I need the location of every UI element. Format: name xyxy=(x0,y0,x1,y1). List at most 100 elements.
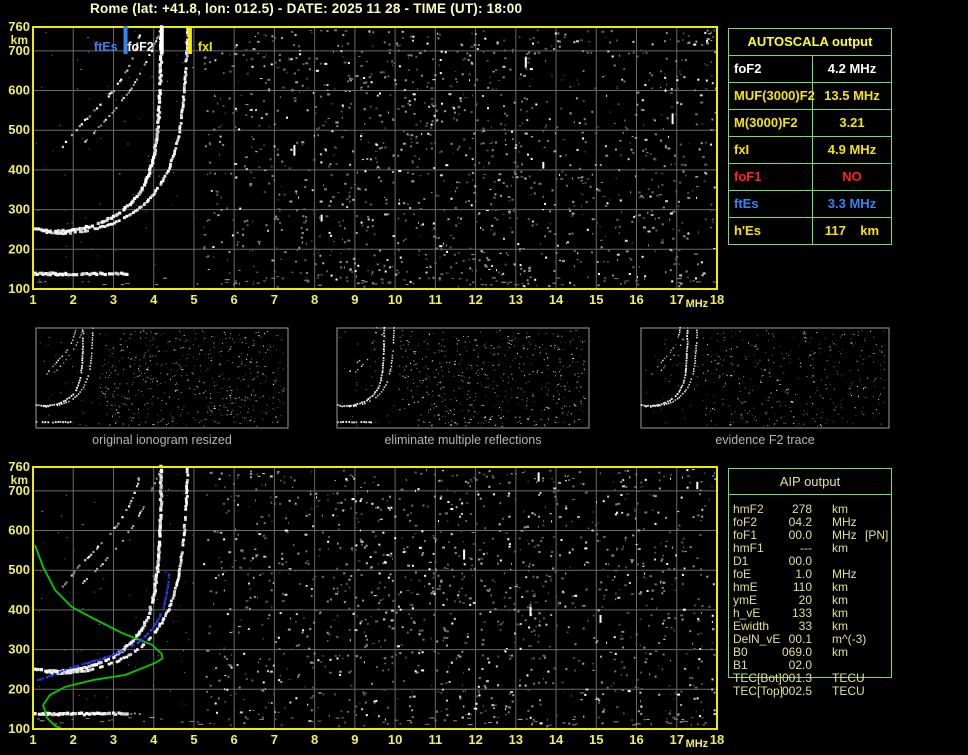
aip-row-TECTop: TEC[Top] 002.5 TECU xyxy=(728,685,903,698)
y-axis-unit: km xyxy=(11,473,28,487)
autoscala-row-fxI: fxI 4.9 MHz xyxy=(729,136,891,163)
y-tick-label: 100 xyxy=(8,721,30,736)
x-tick-label: 4 xyxy=(150,292,158,307)
autoscala-row-value: 117 km xyxy=(824,223,880,238)
autoscala-row-M3000F2: M(3000)F2 3.21 xyxy=(729,109,891,136)
x-tick-label: 9 xyxy=(351,292,358,307)
autoscala-row-label: foF2 xyxy=(729,56,813,82)
x-tick-label: 1 xyxy=(29,292,36,307)
thumbnail-evidence-f2-trace xyxy=(640,327,890,429)
autoscala-row-foF2: foF2 4.2 MHz xyxy=(729,55,891,82)
x-tick-label: 8 xyxy=(311,732,318,747)
y-tick-label: 500 xyxy=(8,122,30,137)
marker-label-ftEs: ftEs xyxy=(94,40,118,54)
y-tick-label: 760 xyxy=(8,459,30,474)
x-tick-label: 16 xyxy=(629,732,643,747)
aip-row-value: 002.5 xyxy=(781,684,812,698)
x-tick-label: 12 xyxy=(468,292,482,307)
x-tick-label: 13 xyxy=(509,732,523,747)
autoscala-row-ftEs: ftEs 3.3 MHz xyxy=(729,190,891,217)
x-tick-label: 1 xyxy=(29,732,36,747)
y-tick-label: 600 xyxy=(8,523,30,538)
aip-row-extra: [PN] xyxy=(865,528,889,542)
x-tick-label: 12 xyxy=(468,732,482,747)
x-tick-label: 18 xyxy=(710,292,724,307)
y-tick-label: 600 xyxy=(8,83,30,98)
autoscala-output-table: AUTOSCALA output foF2 4.2 MHz MUF(3000)F2 1… xyxy=(728,28,892,245)
x-tick-label: 6 xyxy=(231,292,238,307)
x-tick-label: 11 xyxy=(428,732,442,747)
y-tick-label: 100 xyxy=(8,281,30,296)
autoscala-row-value: 3.21 xyxy=(839,115,865,130)
autoscala-row-hEs: h'Es 117 km xyxy=(729,217,891,244)
x-tick-label: 6 xyxy=(231,732,238,747)
x-tick-label: 3 xyxy=(110,292,117,307)
ionogram-plot-bottom: 1 2 3 4 5 6 7 8 9 10 11 12 13 14 15 16 17 18MHz7607006005… xyxy=(8,459,724,750)
thumbnail-eliminate-reflections xyxy=(336,327,590,429)
x-axis-unit: MHz xyxy=(686,738,709,750)
y-tick-label: 300 xyxy=(8,642,30,657)
autoscala-row-MUF3000F2: MUF(3000)F2 13.5 MHz xyxy=(729,82,891,109)
x-tick-label: 15 xyxy=(589,732,603,747)
x-tick-label: 14 xyxy=(549,292,564,307)
aip-row-hmF1: hmF1 --- km xyxy=(728,542,903,555)
autoscala-row-label: foF1 xyxy=(729,164,813,190)
x-tick-label: 5 xyxy=(190,732,197,747)
x-tick-label: 14 xyxy=(549,732,564,747)
x-tick-label: 10 xyxy=(388,732,402,747)
y-tick-label: 400 xyxy=(8,602,30,617)
marker-label-fxI: fxI xyxy=(198,40,213,54)
autoscala-row-label: fxI xyxy=(729,137,813,163)
x-tick-label: 7 xyxy=(271,732,278,747)
x-tick-label: 15 xyxy=(589,292,603,307)
y-tick-label: 400 xyxy=(8,162,30,177)
autoscala-row-label: M(3000)F2 xyxy=(729,110,813,136)
autoscala-row-label: MUF(3000)F2 xyxy=(729,83,815,109)
autoscala-row-foF1: foF1 NO xyxy=(729,163,891,190)
aip-row-B0: B0 069.0 km xyxy=(728,646,903,659)
x-tick-label: 11 xyxy=(428,292,442,307)
autoscala-row-value: 4.9 MHz xyxy=(827,142,877,157)
x-tick-label: 7 xyxy=(271,292,278,307)
x-tick-label: 8 xyxy=(311,292,318,307)
autoscala-row-label: ftEs xyxy=(729,191,813,217)
y-tick-label: 200 xyxy=(8,681,30,696)
marker-label-foF2: foF2 xyxy=(127,40,153,54)
y-tick-label: 500 xyxy=(8,562,30,577)
x-axis-unit: MHz xyxy=(686,298,709,310)
aip-table-title: AIP output xyxy=(729,469,891,495)
autoscala-row-value: 13.5 MHz xyxy=(824,88,880,103)
y-tick-label: 300 xyxy=(8,202,30,217)
aip-row-DelNvE: DelN_vE 00.1 m^(-3) xyxy=(728,633,903,646)
aip-row-unit: TECU xyxy=(832,684,865,698)
thumbnail-caption-eliminate: eliminate multiple reflections xyxy=(384,433,542,447)
autoscala-row-value: NO xyxy=(842,169,862,184)
ionogram-plot-top: ftEs foF2 fxI1 2 3 4 5 6 7 8 9 10 11 12 13 14 15 16 17 18MH… xyxy=(8,19,724,310)
x-tick-label: 18 xyxy=(710,732,724,747)
aip-row-unit: km xyxy=(832,645,848,659)
x-tick-label: 13 xyxy=(509,292,523,307)
x-tick-label: 17 xyxy=(670,732,684,747)
x-tick-label: 3 xyxy=(110,732,117,747)
thumbnail-caption-evidence: evidence F2 trace xyxy=(715,433,815,447)
autoscala-row-label: h'Es xyxy=(729,218,813,244)
x-tick-label: 17 xyxy=(670,292,684,307)
y-axis-unit: km xyxy=(11,33,28,47)
x-tick-label: 4 xyxy=(150,732,158,747)
y-tick-label: 760 xyxy=(8,19,30,34)
autoscala-table-rows: foF2 4.2 MHz MUF(3000)F2 13.5 MHz M(3000)F2 3… xyxy=(729,55,891,244)
x-tick-label: 5 xyxy=(190,292,197,307)
aip-row-D1: D1 00.0 xyxy=(728,555,903,568)
thumbnail-original-ionogram xyxy=(35,327,289,429)
x-tick-label: 9 xyxy=(351,732,358,747)
aip-table-rows: hmF2 278 km foF2 04.2 MHz foF1 00.0 MHz [PN] hmF1-… xyxy=(728,503,903,698)
thumbnail-caption-original: original ionogram resized xyxy=(92,433,232,447)
x-tick-label: 2 xyxy=(70,292,77,307)
y-tick-label: 200 xyxy=(8,241,30,256)
x-tick-label: 2 xyxy=(70,732,77,747)
x-tick-label: 16 xyxy=(629,292,643,307)
autoscala-row-value: 4.2 MHz xyxy=(827,61,877,76)
autoscala-row-value: 3.3 MHz xyxy=(827,196,877,211)
autoscala-table-title: AUTOSCALA output xyxy=(747,34,873,49)
aip-row-unit: km xyxy=(832,541,848,555)
